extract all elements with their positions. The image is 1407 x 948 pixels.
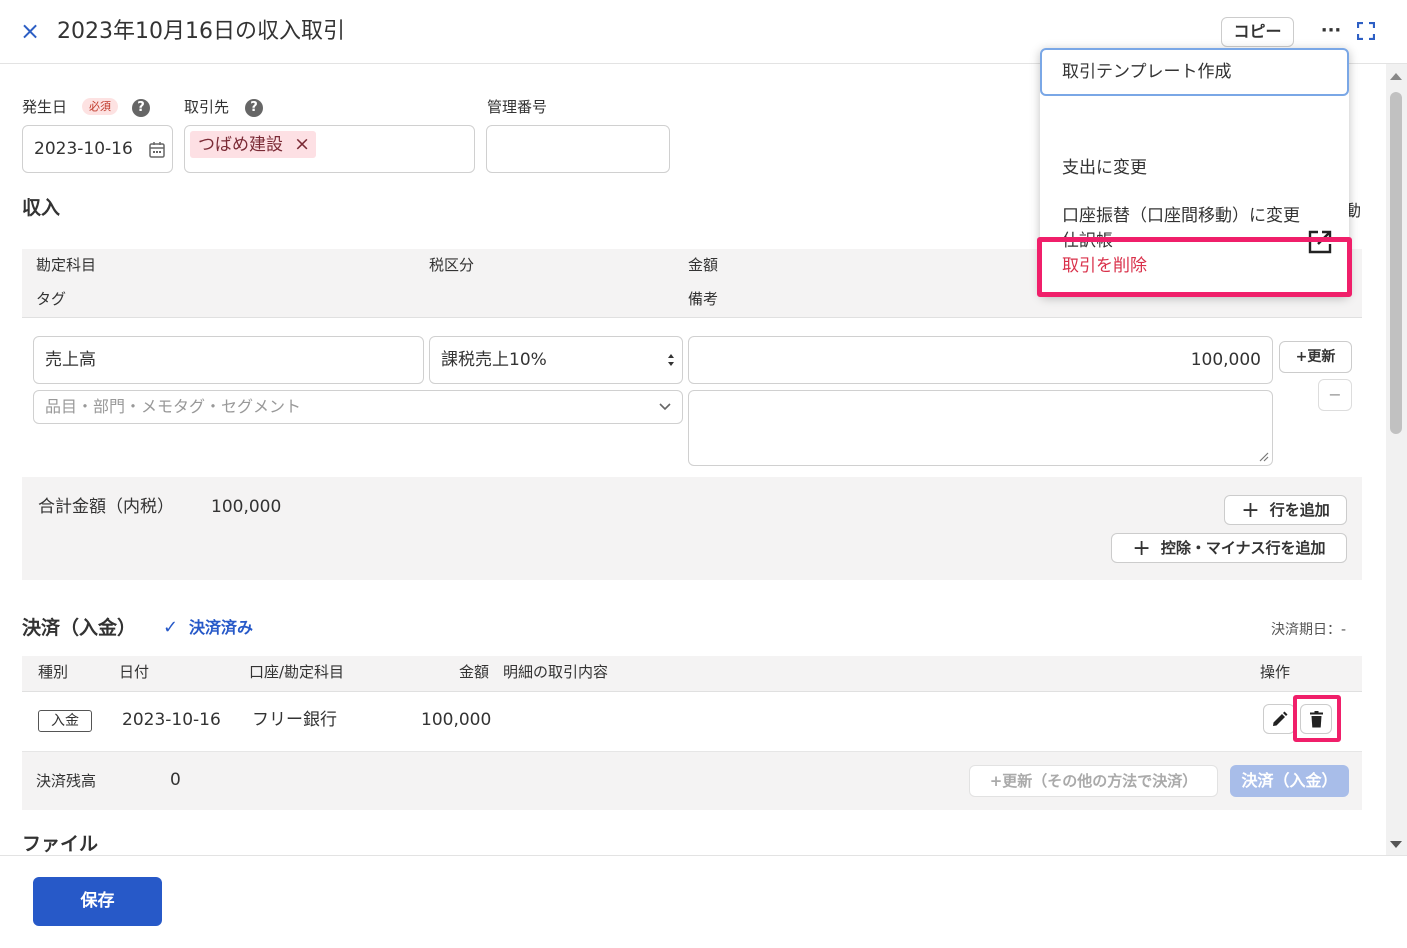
row-account: フリー銀行 <box>252 710 337 730</box>
calendar-icon[interactable] <box>149 141 165 158</box>
expand-icon[interactable] <box>1357 22 1375 40</box>
chevron-down-icon <box>659 403 671 411</box>
ops-header: 操作 <box>1260 663 1291 681</box>
income-total-band: 合計金額（内税） 100,000 <box>22 477 1362 580</box>
partner-tag: つばめ建設 × <box>190 131 317 158</box>
tag-placeholder: 品目・部門・メモタグ・セグメント <box>45 397 302 416</box>
settle-button[interactable]: 決済（入金） <box>1230 765 1349 797</box>
account-header: 口座/勘定科目 <box>249 663 345 681</box>
account-field[interactable]: 売上高 <box>33 336 424 384</box>
tag-remove-icon[interactable]: × <box>294 133 310 155</box>
amount-field[interactable]: 100,000 <box>688 336 1273 384</box>
plus-icon: + <box>1132 536 1151 561</box>
date-field[interactable]: 2023-10-16 <box>22 125 173 173</box>
partner-field[interactable]: つばめ建設 × <box>184 125 475 173</box>
footer <box>0 855 1407 948</box>
delete-button-highlight <box>1293 695 1341 742</box>
menu-item-change-to-expense[interactable]: 支出に変更 <box>1040 144 1349 192</box>
type-badge: 入金 <box>38 710 92 732</box>
files-title: ファイル <box>22 833 99 855</box>
balance-value: 0 <box>170 770 181 790</box>
save-button[interactable]: 保存 <box>33 877 162 926</box>
more-icon[interactable]: ··· <box>1318 16 1344 46</box>
copy-button[interactable]: コピー <box>1221 17 1294 47</box>
detail-header: 明細の取引内容 <box>503 663 609 681</box>
partner-tag-label: つばめ建設 <box>198 135 283 155</box>
add-row-label: 行を追加 <box>1269 501 1330 519</box>
total-label: 合計金額（内税） <box>38 497 174 517</box>
income-section-title: 収入 <box>22 197 61 219</box>
amount-header: 金額 <box>688 256 719 274</box>
tax-select[interactable]: 課税売上10% <box>429 336 683 384</box>
required-badge: 必須 <box>82 98 118 115</box>
tag-header: タグ <box>36 290 67 308</box>
pencil-icon <box>1273 711 1288 726</box>
table-row: 入金 2023-10-16 フリー銀行 100,000 <box>22 692 1362 752</box>
menu-item-create-template[interactable]: 取引テンプレート作成 <box>1040 48 1349 96</box>
settlement-status: 決済済み <box>189 618 254 637</box>
delete-menu-highlight <box>1037 237 1352 297</box>
close-icon[interactable]: × <box>20 17 40 45</box>
scroll-up-icon[interactable] <box>1389 72 1403 81</box>
amount-header: 金額 <box>459 663 490 681</box>
update-button[interactable]: +更新 <box>1279 341 1352 373</box>
control-number-label: 管理番号 <box>487 98 548 116</box>
control-number-input[interactable] <box>486 125 670 173</box>
add-row-button[interactable]: + 行を追加 <box>1224 495 1347 525</box>
partner-label: 取引先 <box>184 98 230 116</box>
add-deduction-row-button[interactable]: + 控除・マイナス行を追加 <box>1111 533 1347 563</box>
tax-value: 課税売上10% <box>441 350 547 370</box>
select-arrows-icon <box>668 354 674 366</box>
tax-header: 税区分 <box>429 256 475 274</box>
scroll-down-icon[interactable] <box>1389 840 1403 849</box>
balance-label: 決済残高 <box>36 772 97 790</box>
row-date: 2023-10-16 <box>122 710 221 730</box>
edit-button[interactable] <box>1263 704 1295 734</box>
type-header: 種別 <box>38 663 69 681</box>
scrollbar-thumb[interactable] <box>1390 92 1402 434</box>
tag-select[interactable]: 品目・部門・メモタグ・セグメント <box>33 390 683 424</box>
settlement-table-header: 種別 日付 口座/勘定科目 金額 明細の取引内容 操作 <box>22 656 1362 692</box>
help-icon[interactable]: ? <box>132 99 150 117</box>
account-header: 勘定科目 <box>36 256 97 274</box>
account-value: 売上高 <box>45 350 96 370</box>
date-value: 2023-10-16 <box>34 139 133 159</box>
add-deduction-label: 控除・マイナス行を追加 <box>1160 539 1326 557</box>
amount-value: 100,000 <box>1190 350 1261 370</box>
note-textarea[interactable] <box>688 390 1273 466</box>
settlement-due-date: 決済期日：- <box>1271 622 1347 638</box>
plus-icon: + <box>1241 498 1260 523</box>
remove-row-button[interactable]: − <box>1318 379 1352 411</box>
note-header: 備考 <box>688 290 719 308</box>
row-amount: 100,000 <box>421 710 492 730</box>
settlement-title: 決済（入金） <box>22 617 137 639</box>
help-icon[interactable]: ? <box>245 99 263 117</box>
date-label: 発生日 <box>22 98 68 116</box>
total-value: 100,000 <box>211 497 282 517</box>
page-title: 2023年10月16日の収入取引 <box>57 19 345 44</box>
date-header: 日付 <box>119 663 150 681</box>
check-icon: ✓ <box>163 617 179 638</box>
update-other-method-button[interactable]: +更新（その他の方法で決済） <box>969 765 1218 797</box>
resize-handle-icon[interactable] <box>1259 452 1269 462</box>
